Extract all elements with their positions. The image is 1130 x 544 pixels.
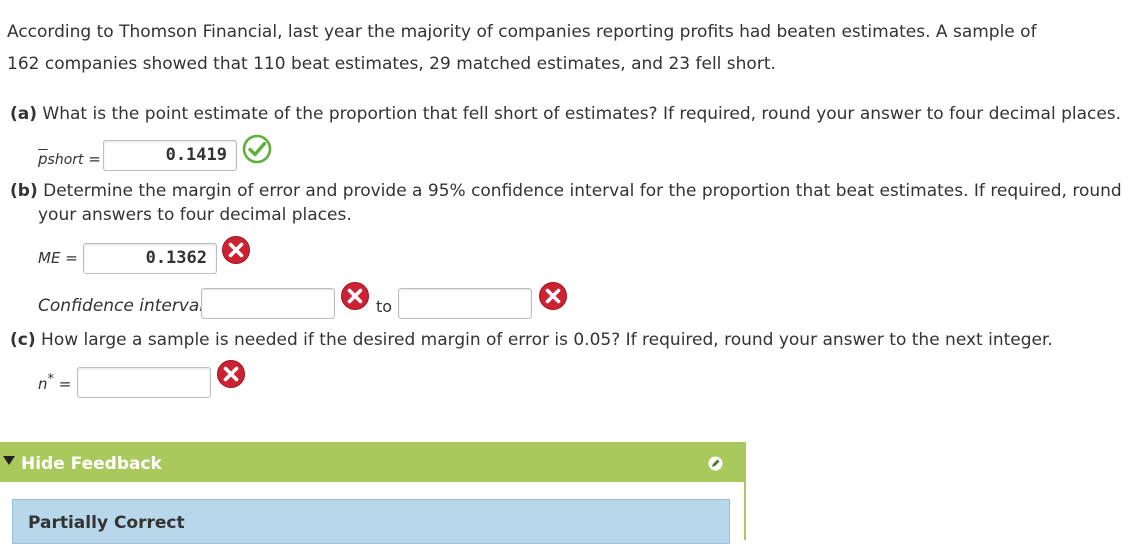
edit-pencil-icon[interactable] xyxy=(708,456,723,471)
confidence-interval-label: Confidence interval: xyxy=(38,296,210,316)
feedback-status-box: Partially Correct xyxy=(12,499,730,544)
feedback-toggle-bar[interactable]: Hide Feedback xyxy=(0,442,746,482)
p-short-subscript: short xyxy=(47,152,84,168)
ci-upper-incorrect-x-icon xyxy=(539,282,567,310)
question-a: (a) What is the point estimate of the pr… xyxy=(10,104,1121,124)
collapse-triangle-icon xyxy=(3,456,15,465)
me-incorrect-x-icon xyxy=(222,236,250,264)
sample-size-input[interactable] xyxy=(77,367,211,398)
intro-line-2: 162 companies showed that 110 beat estim… xyxy=(7,54,776,74)
n-star-label: n* = xyxy=(38,372,71,393)
question-b-text: Determine the margin of error and provid… xyxy=(43,181,1122,201)
intro-line-1: According to Thomson Financial, last yea… xyxy=(7,22,1037,42)
ci-lower-incorrect-x-icon xyxy=(341,282,369,310)
me-label: ME = xyxy=(38,249,78,267)
ci-upper-input[interactable] xyxy=(398,288,532,319)
question-c-text: How large a sample is needed if the desi… xyxy=(41,330,1053,350)
question-c-tag: (c) xyxy=(10,330,36,350)
question-b-tag: (b) xyxy=(10,181,38,201)
p-short-equals: = xyxy=(83,150,101,168)
p-short-label: pshort = xyxy=(38,150,101,168)
question-b-line-1: (b) Determine the margin of error and pr… xyxy=(10,181,1122,201)
question-b-line-2: your answers to four decimal places. xyxy=(38,205,352,225)
question-a-tag: (a) xyxy=(10,104,38,124)
margin-of-error-input[interactable]: 0.1362 xyxy=(83,243,217,274)
correct-check-icon xyxy=(242,134,272,164)
feedback-status-text: Partially Correct xyxy=(28,513,185,533)
n-symbol: n xyxy=(38,375,48,393)
n-star-equals: = xyxy=(54,375,72,393)
question-a-text: What is the point estimate of the propor… xyxy=(42,104,1122,124)
question-c: (c) How large a sample is needed if the … xyxy=(10,330,1053,350)
ci-lower-input[interactable] xyxy=(201,288,335,319)
n-incorrect-x-icon xyxy=(217,360,245,388)
hide-feedback-label[interactable]: Hide Feedback xyxy=(21,454,162,474)
ci-to-label: to xyxy=(376,297,393,316)
p-bar-symbol: p xyxy=(38,150,48,168)
p-short-input[interactable]: 0.1419 xyxy=(103,140,237,171)
